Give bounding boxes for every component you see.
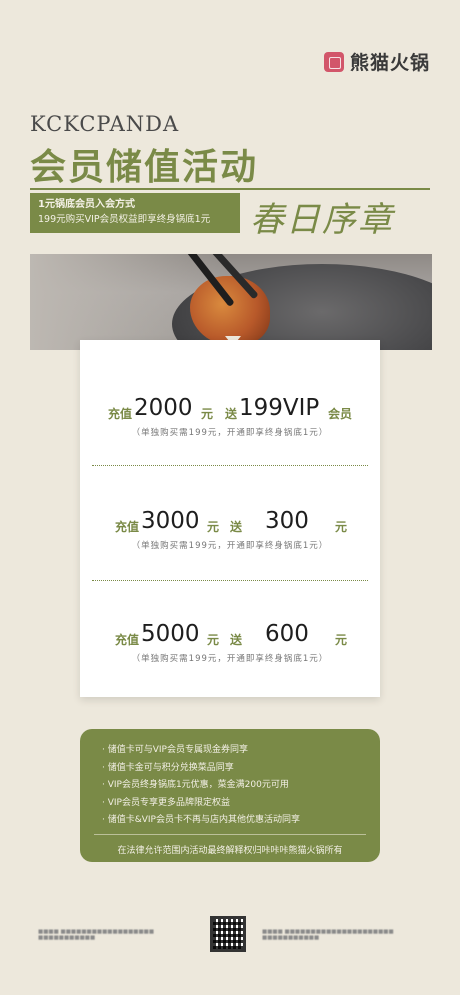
rule-item: · 储值卡&VIP会员卡不再与店内其他优惠活动同享 — [102, 815, 300, 825]
title-divider — [30, 188, 430, 190]
offer-send: 送 — [230, 633, 243, 647]
offer-unit: 元 — [207, 520, 220, 534]
offer-amount: 5000 — [141, 621, 200, 647]
rule-item: · VIP会员终身锅底1元优惠，菜金满200元可用 — [102, 780, 289, 790]
offer-bonus: 199VIP — [239, 395, 320, 421]
offer-send: 送 — [230, 520, 243, 534]
offer-unit: 元 — [201, 407, 214, 421]
offer-send: 送 — [225, 407, 238, 421]
info-line-2: 199元购买VIP会员权益即享终身锅底1元 — [38, 214, 211, 225]
brand-logo: 熊猫火锅 — [323, 48, 430, 75]
offer-note: （单独购买需199元，开通即享终身锅底1元） — [131, 428, 329, 438]
offer-amount: 2000 — [134, 395, 193, 421]
poster: 熊猫火锅 KCKCPANDA 会员储值活动 1元锅底会员入会方式 199元购买V… — [0, 0, 460, 995]
brand-logo-text: 熊猫火锅 — [349, 52, 430, 74]
qr-code[interactable] — [210, 916, 246, 952]
dotted-divider — [92, 580, 368, 581]
offer-prefix: 充值 — [115, 633, 140, 647]
offer-prefix: 充值 — [115, 520, 140, 534]
rule-item: · VIP会员专享更多品牌限定权益 — [102, 797, 230, 808]
offer-amount: 3000 — [141, 508, 200, 534]
offer-bonus-unit: 元 — [335, 633, 348, 647]
offers-card: 充值 2000 元 送 199VIP 会员 （单独购买需199元，开通即享终身锅… — [80, 340, 380, 697]
rules-box: · 储值卡可与VIP会员专属现金券同享 · 储值卡金可与积分兑换菜品同享 · V… — [80, 729, 380, 862]
info-line-1: 1元锅底会员入会方式 — [38, 199, 135, 210]
info-box: 1元锅底会员入会方式 199元购买VIP会员权益即享终身锅底1元 — [30, 193, 240, 233]
offer-bonus: 300 — [265, 508, 309, 534]
offer-unit: 元 — [207, 633, 220, 647]
offer-bonus-unit: 元 — [335, 520, 348, 534]
brand-seal-icon — [323, 51, 344, 72]
rules-disclaimer: 在法律允许范围内活动最终解释权归咔咔咔熊猫火锅所有 — [117, 846, 343, 856]
offer-note: （单独购买需199元，开通即享终身锅底1元） — [131, 654, 329, 664]
page-subtitle: 春日序章 — [250, 200, 394, 240]
offer-prefix: 充值 — [108, 407, 133, 421]
brand-english-name: KCKCPANDA — [30, 112, 180, 136]
rules-divider — [94, 834, 366, 835]
offer-bonus-unit: 会员 — [328, 407, 353, 421]
dotted-divider — [92, 465, 368, 466]
footer-address-right: ■■■■ ■■■■■■■■■■■■■■■■■■■■■ ■■■■■■■■■■■ — [262, 929, 394, 941]
offer-note: （单独购买需199元，开通即享终身锅底1元） — [131, 541, 329, 551]
offer-bonus: 600 — [265, 621, 309, 647]
rule-item: · 储值卡可与VIP会员专属现金券同享 — [102, 745, 248, 755]
footer-address-left: ■■■■ ■■■■■■■■■■■■■■■■■■ ■■■■■■■■■■■ — [38, 929, 155, 941]
page-title: 会员储值活动 — [30, 147, 259, 188]
rule-item: · 储值卡金可与积分兑换菜品同享 — [102, 762, 234, 773]
